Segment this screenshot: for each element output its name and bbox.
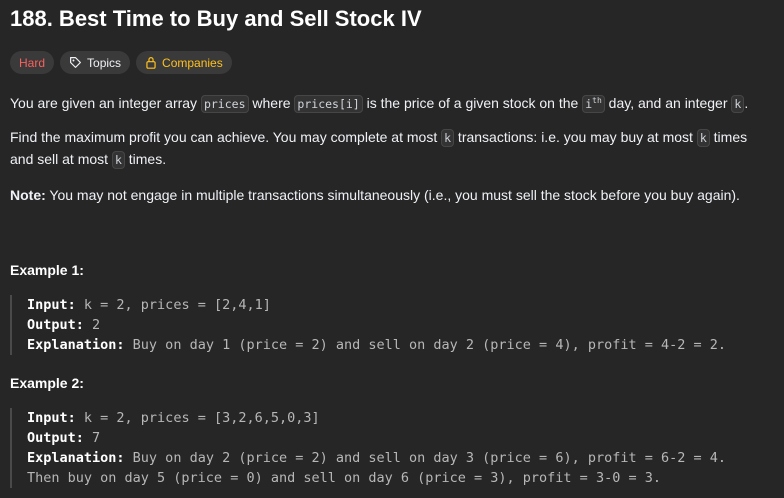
example-2-input: Input: k = 2, prices = [3,2,6,5,0,3] bbox=[27, 410, 320, 426]
inline-code: prices[i] bbox=[294, 94, 363, 113]
companies-button[interactable]: Companies bbox=[136, 51, 232, 74]
inline-code: k bbox=[696, 129, 710, 147]
example-1-title: Example 1: bbox=[10, 262, 84, 278]
example-2-output: Output: 7 bbox=[27, 430, 101, 446]
note-label: Note: bbox=[10, 187, 46, 203]
difficulty-badge[interactable]: Hard bbox=[10, 51, 55, 74]
companies-label: Companies bbox=[162, 55, 223, 70]
topics-button[interactable]: Topics bbox=[60, 51, 131, 74]
inline-code: k bbox=[441, 129, 455, 147]
problem-title: 188. Best Time to Buy and Sell Stock IV bbox=[10, 6, 422, 31]
inline-code: k bbox=[731, 94, 745, 113]
tag-icon bbox=[70, 57, 81, 68]
inline-code: prices bbox=[200, 94, 249, 113]
note-paragraph: Note: You may not engage in multiple tra… bbox=[10, 187, 740, 203]
example-1-output: Output: 2 bbox=[27, 317, 101, 333]
description-paragraph-2: Find the maximum profit you can achieve.… bbox=[10, 129, 748, 169]
example-1-block: Input: k = 2, prices = [2,4,1] Output: 2 E… bbox=[10, 295, 770, 355]
example-2-explanation-continued: Then buy on day 5 (price = 0) and sell o… bbox=[27, 470, 661, 486]
description-paragraph-1: You are given an integer array prices wh… bbox=[10, 94, 749, 113]
topics-label: Topics bbox=[87, 55, 122, 70]
inline-code: k bbox=[111, 151, 125, 169]
example-2-block: Input: k = 2, prices = [3,2,6,5,0,3] Outp… bbox=[10, 408, 770, 488]
inline-code: ith bbox=[582, 94, 605, 113]
example-2-explanation: Explanation: Buy on day 2 (price = 2) an… bbox=[27, 450, 726, 466]
example-1-explanation: Explanation: Buy on day 1 (price = 2) an… bbox=[27, 337, 726, 353]
example-2-title: Example 2: bbox=[10, 375, 84, 391]
example-1-input: Input: k = 2, prices = [2,4,1] bbox=[27, 297, 271, 313]
lock-icon bbox=[146, 57, 156, 69]
tag-row: Hard Topics Companies bbox=[10, 51, 232, 74]
